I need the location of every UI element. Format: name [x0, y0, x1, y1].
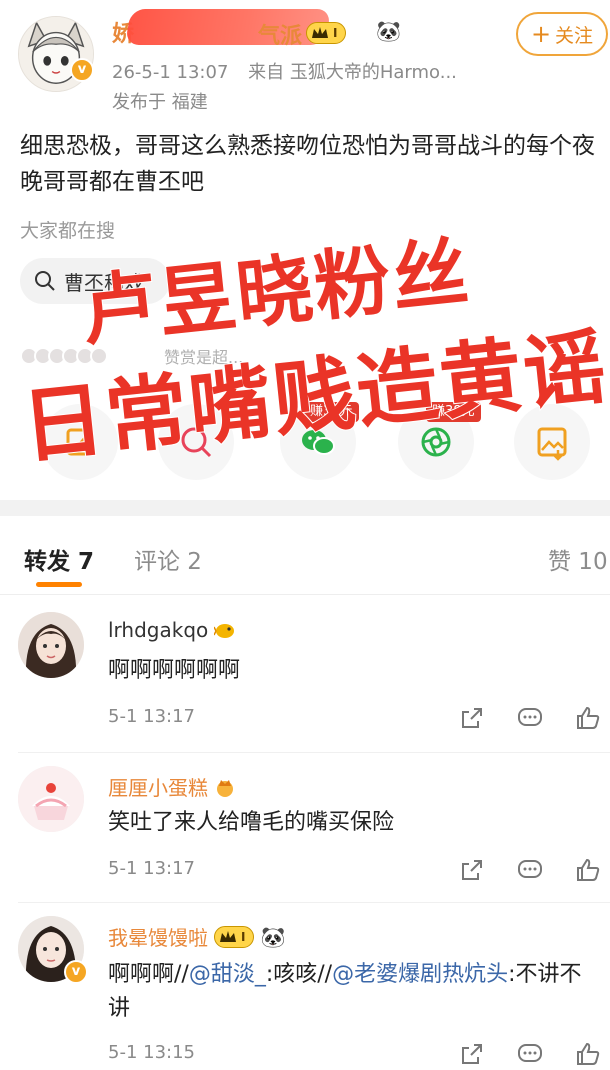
comment-time: 5-1 13:15 — [108, 1042, 195, 1063]
follow-label: 关注 — [555, 24, 594, 47]
divider — [18, 902, 610, 903]
trending-search-text: 曹丕称戏 — [64, 270, 144, 295]
trending-search-chip[interactable]: 曹丕称戏 — [20, 258, 170, 304]
save-image-icon — [537, 427, 567, 461]
tab-repost[interactable]: 转发 7 — [24, 542, 94, 576]
comment-author-name[interactable]: 我晕馒馒啦 — [108, 922, 208, 951]
tab-likes[interactable]: 赞 10 — [548, 542, 608, 576]
follow-button[interactable]: + 关注 — [516, 12, 608, 56]
share-search-button[interactable] — [158, 404, 234, 480]
verified-badge-icon: v — [70, 58, 94, 82]
earn-badge: 赚38元 — [304, 402, 359, 422]
crown-icon — [312, 27, 328, 38]
comment-author[interactable]: 我晕馒馒啦 I 🐼 — [108, 922, 285, 951]
panda-icon: 🐼 — [260, 924, 286, 949]
earn-badge: 赚38元 — [426, 402, 481, 422]
likers-text: 赞赏是超... — [164, 348, 244, 367]
save-image-button[interactable] — [514, 404, 590, 480]
verified-badge-icon: v — [64, 960, 88, 984]
divider — [18, 752, 610, 753]
post-text: 细思恐极，哥哥这么熟悉接吻位恐怕为哥哥战斗的每个夜晚哥哥都在曹丕吧 — [20, 133, 595, 195]
membership-level-badge: I — [306, 22, 347, 44]
likers-row[interactable]: 赞赏是超... — [20, 344, 243, 368]
avatar[interactable] — [18, 612, 84, 678]
comment-icon[interactable] — [516, 856, 544, 884]
search-share-icon — [181, 427, 212, 458]
edit-icon — [66, 428, 92, 456]
comment-text-mid: :咳咳// — [265, 962, 333, 987]
crown-icon — [220, 930, 236, 942]
moments-icon — [421, 427, 451, 457]
avatar[interactable] — [18, 766, 84, 832]
membership-level-badge: I — [214, 925, 255, 948]
panda-icon: 🐼 — [376, 19, 401, 43]
liker-avatar — [90, 347, 108, 365]
post-location: 发布于 福建 — [112, 92, 208, 113]
comment-actions — [458, 1040, 602, 1070]
author-name-tail[interactable]: 气派 — [258, 18, 302, 50]
share-edit-button[interactable] — [42, 404, 118, 480]
comment-time: 5-1 13:17 — [108, 858, 195, 879]
comment-text-prefix: 啊啊啊// — [108, 962, 189, 987]
wechat-icon — [302, 430, 335, 455]
interaction-tabs: 转发 7 评论 2 赞 10 — [0, 528, 610, 588]
divider — [0, 594, 610, 595]
comment-text: 啊啊啊//@甜淡_:咳咳//@老婆爆剧热炕头:不讲不讲 — [108, 958, 598, 1026]
crown-badge-icon — [217, 779, 233, 797]
share-icon[interactable] — [458, 1040, 486, 1068]
like-icon[interactable] — [574, 1040, 602, 1068]
like-icon[interactable] — [574, 704, 602, 732]
mention-link[interactable]: @甜淡_ — [189, 962, 266, 987]
post-source[interactable]: 来自 玉狐大帝的Harmo... — [248, 62, 457, 83]
comment-icon[interactable] — [516, 704, 544, 732]
comment-icon[interactable] — [516, 1040, 544, 1068]
share-wechat-button[interactable]: 赚38元 — [280, 402, 359, 480]
tab-comments[interactable]: 评论 2 — [134, 542, 202, 576]
comment-author[interactable]: 厘厘小蛋糕 — [108, 772, 236, 801]
post-timestamp: 26-5-1 13:07 — [112, 62, 229, 83]
comment-time: 5-1 13:17 — [108, 706, 195, 727]
comment-author-name[interactable]: 厘厘小蛋糕 — [108, 772, 208, 801]
comment-actions — [458, 856, 602, 886]
plus-icon: + — [530, 20, 552, 48]
search-hint-label: 大家都在搜 — [20, 220, 116, 242]
comment-text: 啊啊啊啊啊啊 — [108, 658, 241, 683]
share-icon[interactable] — [458, 856, 486, 884]
comment-text: 笑吐了来人给噜毛的嘴买保险 — [108, 810, 395, 835]
pufferfish-icon — [214, 624, 235, 638]
active-tab-indicator — [36, 582, 82, 587]
search-icon — [35, 271, 55, 291]
post-meta: 26-5-1 13:07 来自 玉狐大帝的Harmo... — [112, 58, 457, 84]
comment-author[interactable]: lrhdgakqo — [108, 618, 236, 642]
share-moments-button[interactable]: 赚38元 — [398, 402, 481, 480]
comment-actions — [458, 704, 602, 734]
section-divider — [0, 500, 610, 516]
share-icon[interactable] — [458, 704, 486, 732]
level-label: I — [333, 26, 338, 40]
level-label: I — [241, 929, 246, 944]
like-icon[interactable] — [574, 856, 602, 884]
share-row: 赚38元 赚38元 — [0, 398, 610, 488]
mention-link[interactable]: @老婆爆剧热炕头 — [332, 962, 508, 987]
comment-author-name[interactable]: lrhdgakqo — [108, 618, 208, 642]
